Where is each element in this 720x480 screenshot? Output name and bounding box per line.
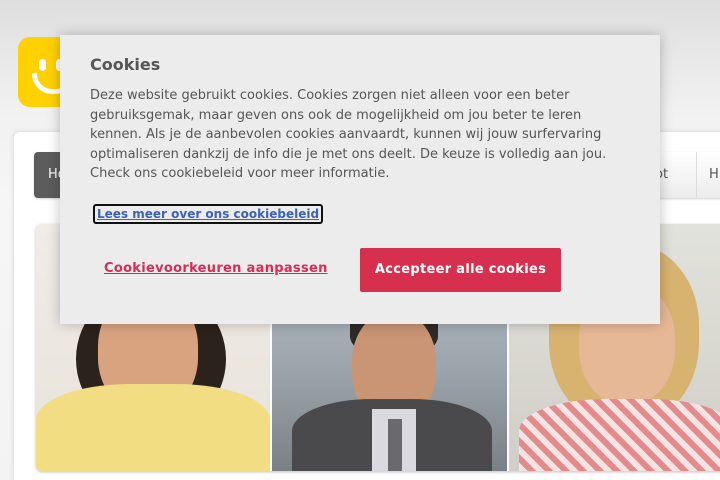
photo-tie: [388, 419, 402, 471]
cookie-policy-link[interactable]: Lees meer over ons cookiebeleid: [93, 204, 324, 224]
photo-shirt: [36, 384, 270, 471]
nav-item-next[interactable]: H: [696, 152, 720, 198]
logo-eye-left: [39, 59, 46, 71]
photo-checkered-shirt: [519, 399, 720, 471]
cookie-preferences-button[interactable]: Cookievoorkeuren aanpassen: [104, 261, 328, 276]
accept-all-cookies-button[interactable]: Accepteer alle cookies: [360, 248, 561, 292]
cookie-consent-dialog: Cookies Deze website gebruikt cookies. C…: [60, 35, 660, 324]
cookie-dialog-description: Deze website gebruikt cookies. Cookies z…: [90, 88, 607, 181]
cookie-dialog-title: Cookies: [90, 55, 161, 74]
